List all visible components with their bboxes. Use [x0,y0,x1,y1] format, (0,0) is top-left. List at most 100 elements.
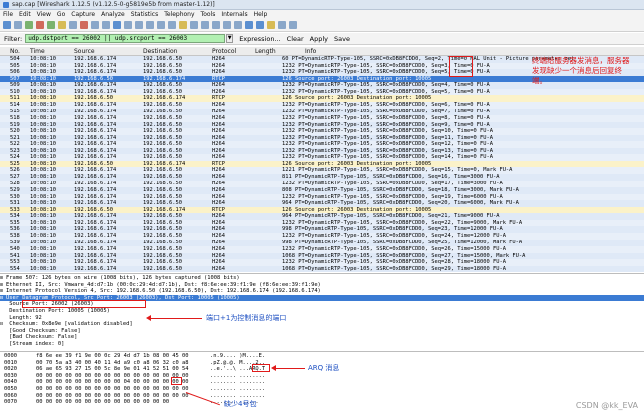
detail-line[interactable]: ⊞ Ethernet II, Src: Vmware_4d:d7:1b (00:0… [0,282,644,289]
packet-row[interactable]: 514 10:08:10 192.168.6.174 192.168.6.50 H264… [0,101,644,109]
menu-help[interactable]: Help [254,11,268,18]
zoom-out-icon[interactable] [212,21,220,29]
zoom-in-icon[interactable] [201,21,209,29]
packet-row[interactable]: 533 10:08:10 192.168.6.50 192.168.6.174 RTCP… [0,206,644,214]
hex-line[interactable]: 0030 00 00 00 00 00 00 00 00 00 00 00 00 … [0,373,644,380]
packet-cell-no: 515 [10,108,20,115]
packet-row[interactable]: 529 10:08:10 192.168.6.174 192.168.6.50 H264… [0,187,644,194]
preferences-icon[interactable] [278,21,286,29]
packet-row[interactable]: 523 10:08:10 192.168.6.174 192.168.6.50 H264… [0,147,644,155]
menu-edit[interactable]: Edit [19,11,31,18]
packet-row[interactable]: 510 10:08:10 192.168.6.174 192.168.6.50 H264… [0,88,644,96]
menu-telephony[interactable]: Telephony [164,11,194,18]
print-icon[interactable] [102,21,110,29]
packet-row[interactable]: 531 10:08:10 192.168.6.174 192.168.6.50 H264… [0,200,644,207]
hex-line[interactable]: 0070 00 00 00 00 00 00 00 00 00 00 00 00 … [0,399,644,406]
hex-line[interactable]: 0000 f8 6e ee 39 f1 9e 00 0c 29 4d d7 1b … [0,353,644,360]
coloring-rules-icon[interactable] [267,21,275,29]
packet-bytes-pane[interactable]: 0070 00 00 00 00 00 00 00 00 00 00 00 00 … [0,351,644,414]
detail-line[interactable]: ⊞ Internet Protocol Version 4, Src: 192.1… [0,288,644,295]
apply-button[interactable]: Apply [310,35,328,43]
detail-line[interactable]: [Stream index: 0] [0,341,644,348]
clear-button[interactable]: Clear [287,35,304,43]
menu-internals[interactable]: Internals [221,11,247,18]
packet-row[interactable]: 518 10:08:10 192.168.6.174 192.168.6.50 H264… [0,114,644,122]
packet-row[interactable]: 538 10:08:10 192.168.6.174 192.168.6.50 H264… [0,232,644,240]
packet-list[interactable]: 554 10:08:10 192.168.6.174 192.168.6.50 H264… [0,56,644,272]
autoscroll-icon[interactable] [190,21,198,29]
menu-statistics[interactable]: Statistics [131,11,158,18]
packet-row[interactable]: 524 10:08:10 192.168.6.174 192.168.6.50 H264… [0,154,644,161]
close-file-icon[interactable] [80,21,88,29]
col-time[interactable]: Time [30,48,45,55]
menu-go[interactable]: Go [57,11,65,18]
packet-row[interactable]: 553 10:08:10 192.168.6.174 192.168.6.50 H264… [0,259,644,266]
last-packet-icon[interactable] [168,21,176,29]
menu-analyze[interactable]: Analyze [101,11,125,18]
packet-row[interactable]: 521 10:08:10 192.168.6.174 192.168.6.50 H264… [0,134,644,142]
packet-row[interactable]: 535 10:08:10 192.168.6.174 192.168.6.50 H264… [0,219,644,227]
packet-row[interactable]: 520 10:08:10 192.168.6.174 192.168.6.50 H264… [0,128,644,135]
open-file-icon[interactable] [58,21,66,29]
menu-view[interactable]: View [37,11,51,18]
col-info[interactable]: Info [305,48,316,55]
hex-line[interactable]: 0050 00 00 00 00 00 00 00 00 00 00 00 00 … [0,386,644,393]
options-icon[interactable] [14,21,22,29]
detail-line[interactable]: [Bad Checksum: False] [0,334,644,341]
filter-dropdown-icon[interactable]: ▼ [226,34,234,43]
display-filter-input[interactable]: udp.dstport == 26002 || udp.srcport == 2… [25,34,226,43]
packet-row[interactable]: 528 10:08:10 192.168.6.174 192.168.6.50 H264… [0,180,644,188]
packet-row[interactable]: 539 10:08:10 192.168.6.174 192.168.6.50 H264… [0,239,644,247]
interfaces-icon[interactable] [3,21,11,29]
detail-line[interactable]: [Good Checksum: False] [0,328,644,335]
detail-line[interactable]: ⊞ Frame 507: 126 bytes on wire (1008 bits… [0,275,644,282]
hex-line[interactable]: 0060 00 00 00 00 00 00 00 00 00 00 00 00 … [0,393,644,400]
packet-row[interactable]: 511 10:08:10 192.168.6.50 192.168.6.174 RTCP… [0,95,644,102]
hex-bytes: 06 ae 65 93 27 15 00 5c 8e 9e 01 41 52 5… [36,366,189,373]
col-source[interactable]: Source [74,48,95,55]
packet-row[interactable]: 522 10:08:10 192.168.6.174 192.168.6.50 H264… [0,141,644,148]
packet-row[interactable]: 540 10:08:10 192.168.6.174 192.168.6.50 H264… [0,245,644,253]
find-packet-icon[interactable] [113,21,121,29]
normal-size-icon[interactable] [223,21,231,29]
save-button[interactable]: Save [334,35,350,43]
packet-row[interactable]: 515 10:08:10 192.168.6.174 192.168.6.50 H264… [0,108,644,116]
detail-line[interactable]: ⊟ Checksum: 0x8e9e [validation disabled] [0,321,644,328]
first-packet-icon[interactable] [157,21,165,29]
packet-row[interactable]: 534 10:08:10 192.168.6.174 192.168.6.50 H264… [0,213,644,220]
help-icon[interactable] [289,21,297,29]
reload-icon[interactable] [91,21,99,29]
hex-line[interactable]: 0040 00 00 00 00 00 00 00 00 00 04 00 00 … [0,379,644,386]
menu-file[interactable]: File [3,11,13,18]
go-forward-icon[interactable] [135,21,143,29]
capture-filters-icon[interactable] [245,21,253,29]
packet-row[interactable]: 526 10:08:10 192.168.6.174 192.168.6.50 H264… [0,167,644,175]
packet-row[interactable]: 519 10:08:10 192.168.6.174 192.168.6.50 H264… [0,121,644,129]
packet-row[interactable]: 554 10:08:10 192.168.6.174 192.168.6.50 H264… [0,265,644,272]
expression-button[interactable]: Expression... [239,35,280,43]
menu-tools[interactable]: Tools [201,11,216,18]
packet-details-pane[interactable]: [Stream index: 0] [Bad Checksum: False] … [0,273,644,350]
col-destination[interactable]: Destination [143,48,177,55]
packet-row[interactable]: 530 10:08:10 192.168.6.174 192.168.6.50 H264… [0,193,644,201]
detail-line[interactable]: Length: 92 [0,315,644,322]
colorize-icon[interactable] [179,21,187,29]
packet-row[interactable]: 525 10:08:10 192.168.6.50 192.168.6.174 RTCP… [0,160,644,168]
packet-row[interactable]: 536 10:08:10 192.168.6.174 192.168.6.50 H264… [0,226,644,233]
detail-line[interactable]: Destination Port: 10005 (10005) [0,308,644,315]
menu-capture[interactable]: Capture [71,11,95,18]
restart-capture-icon[interactable] [47,21,55,29]
start-capture-icon[interactable] [25,21,33,29]
col-protocol[interactable]: Protocol [212,48,236,55]
display-filters-icon[interactable] [256,21,264,29]
stop-capture-icon[interactable] [36,21,44,29]
resize-columns-icon[interactable] [234,21,242,29]
go-back-icon[interactable] [124,21,132,29]
col-length[interactable]: Length [255,48,276,55]
packet-row[interactable]: 541 10:08:10 192.168.6.174 192.168.6.50 H264… [0,252,644,260]
go-to-packet-icon[interactable] [146,21,154,29]
col-no[interactable]: No. [10,48,20,55]
packet-cell-source: 192.168.6.174 [74,147,117,154]
packet-row[interactable]: 527 10:08:10 192.168.6.174 192.168.6.50 H264… [0,173,644,181]
save-file-icon[interactable] [69,21,77,29]
